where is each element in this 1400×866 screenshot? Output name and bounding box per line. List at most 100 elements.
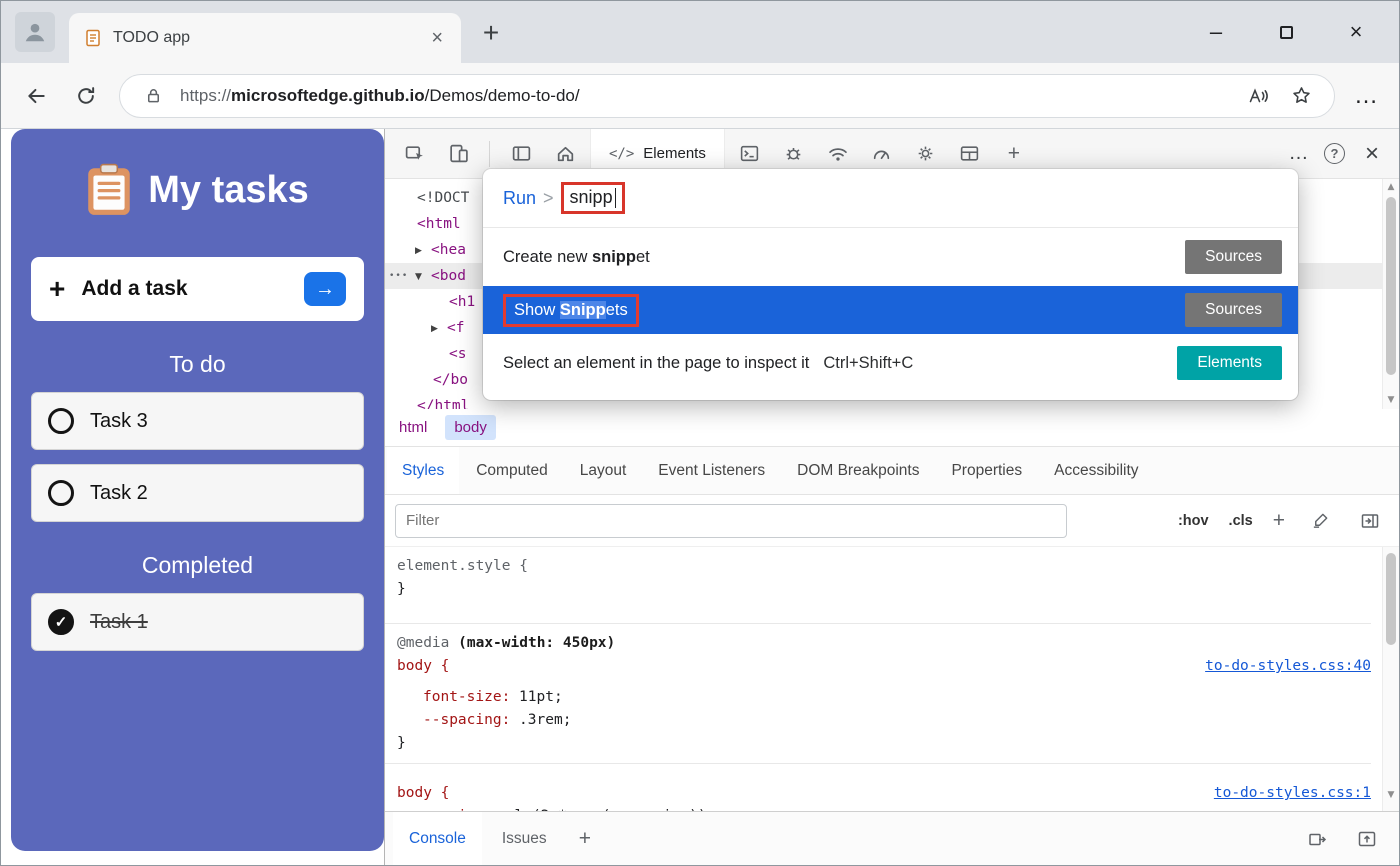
- css-declaration[interactable]: margin:▶calc(2 * var(--spacing));: [423, 805, 1371, 811]
- script-tag: <s: [449, 346, 466, 362]
- device-toolbar-button[interactable]: [439, 136, 477, 172]
- close-window-button[interactable]: ×: [1321, 19, 1391, 45]
- open-console-sidebar-button[interactable]: [1301, 821, 1333, 857]
- todo-app: My tasks + Add a task → To do Task 3 Tas…: [11, 129, 384, 851]
- tab-settings-gear[interactable]: [907, 136, 945, 172]
- tab-performance[interactable]: [863, 136, 901, 172]
- command-input-row[interactable]: Run > snipp: [483, 169, 1298, 227]
- lock-icon[interactable]: [138, 81, 168, 111]
- check-icon: ✓: [55, 613, 68, 631]
- css-declaration[interactable]: --spacing: .3rem;: [423, 709, 1371, 732]
- overflow-marker-icon[interactable]: •••: [389, 263, 408, 289]
- task-checkbox[interactable]: [48, 408, 74, 434]
- completed-section-heading: Completed: [11, 552, 384, 579]
- tab-accessibility[interactable]: Accessibility: [1039, 447, 1153, 494]
- drawer-tab-console[interactable]: Console: [393, 812, 482, 865]
- task-row-completed[interactable]: ✓ Task 1: [31, 593, 364, 651]
- maximize-button[interactable]: [1251, 19, 1321, 45]
- css-close-brace: }: [397, 578, 1371, 601]
- tab-dom-breakpoints[interactable]: DOM Breakpoints: [782, 447, 934, 494]
- task-label: Task 3: [90, 410, 148, 433]
- minimize-button[interactable]: –: [1181, 19, 1251, 45]
- open-external-icon: [1307, 829, 1327, 849]
- read-aloud-button[interactable]: [1244, 81, 1274, 111]
- tab-debugger[interactable]: [775, 136, 813, 172]
- browser-menu-button[interactable]: …: [1351, 82, 1381, 110]
- stylesheet-link[interactable]: to-do-styles.css:40: [1205, 655, 1371, 678]
- element-classes-button[interactable]: .cls: [1229, 513, 1253, 529]
- welcome-home-button[interactable]: [546, 136, 584, 172]
- collapsed-arrow-icon[interactable]: ▶: [415, 238, 431, 264]
- scroll-down-icon[interactable]: ▼: [1383, 395, 1399, 405]
- drawer-more-tabs-button[interactable]: +: [567, 827, 603, 851]
- scrollbar-thumb[interactable]: [1386, 197, 1396, 375]
- scroll-down-icon[interactable]: ▼: [1383, 784, 1399, 807]
- css-rule-body[interactable]: body { to-do-styles.css:1: [397, 782, 1371, 805]
- more-tools-button[interactable]: +: [995, 136, 1033, 172]
- add-task-submit-button[interactable]: →: [304, 272, 346, 306]
- profile-avatar[interactable]: [15, 12, 55, 52]
- prompt-separator: >: [543, 188, 554, 209]
- styles-scrollbar[interactable]: ▼: [1382, 547, 1399, 811]
- palette-item-show-snippets[interactable]: Show Snippets Sources: [483, 286, 1298, 334]
- browser-tab[interactable]: TODO app ×: [69, 13, 461, 63]
- palette-item-create-snippet[interactable]: Create new snippet Sources: [483, 233, 1298, 281]
- palette-item-inspect-element[interactable]: Select an element in the page to inspect…: [483, 339, 1298, 387]
- expanded-arrow-icon[interactable]: ▼: [415, 264, 431, 290]
- devtools-panel: </> Elements: [384, 129, 1399, 865]
- help-icon[interactable]: ?: [1324, 143, 1345, 164]
- plus-icon: +: [49, 273, 65, 305]
- styles-pane: element.style { } @media (max-width: 450…: [385, 547, 1399, 811]
- inspect-element-button[interactable]: [395, 136, 433, 172]
- refresh-button[interactable]: [69, 79, 103, 113]
- url-scheme: https://: [180, 86, 231, 105]
- new-style-rule-button[interactable]: +: [1273, 509, 1285, 533]
- drawer-tab-issues[interactable]: Issues: [486, 812, 563, 865]
- device-emulation-icon: [448, 143, 469, 164]
- new-tab-button[interactable]: +: [475, 17, 507, 49]
- address-bar[interactable]: https://microsoftedge.github.io/Demos/de…: [119, 74, 1335, 118]
- tab-network[interactable]: [819, 136, 857, 172]
- css-declaration[interactable]: font-size: 11pt;: [423, 686, 1371, 709]
- tab-layout[interactable]: Layout: [565, 447, 642, 494]
- back-button[interactable]: [19, 79, 53, 113]
- favorites-button[interactable]: [1286, 81, 1316, 111]
- task-row[interactable]: Task 2: [31, 464, 364, 522]
- computed-sidebar-toggle-button[interactable]: [1355, 506, 1385, 536]
- tab-computed[interactable]: Computed: [461, 447, 563, 494]
- toggle-element-state-button[interactable]: :hov: [1178, 513, 1209, 529]
- tab-console-panel[interactable]: [731, 136, 769, 172]
- collapsed-arrow-icon[interactable]: ▶: [431, 316, 447, 342]
- scrollbar-thumb[interactable]: [1386, 553, 1396, 645]
- add-task-field[interactable]: + Add a task →: [31, 257, 364, 321]
- tab-styles[interactable]: Styles: [387, 447, 459, 494]
- css-rule-body-media[interactable]: body { to-do-styles.css:40: [397, 655, 1371, 678]
- tab-close-icon[interactable]: ×: [427, 27, 447, 50]
- page-pane: My tasks + Add a task → To do Task 3 Tas…: [1, 129, 384, 865]
- devtools-close-icon[interactable]: ×: [1355, 140, 1389, 168]
- code-brackets-icon: </>: [609, 146, 634, 162]
- css-media-query: @media (max-width: 450px): [397, 632, 1371, 655]
- elements-scrollbar[interactable]: ▲ ▼: [1382, 179, 1399, 409]
- breadcrumb-html[interactable]: html: [399, 419, 427, 436]
- scroll-up-icon[interactable]: ▲: [1383, 182, 1399, 192]
- task-checkbox-checked[interactable]: ✓: [48, 609, 74, 635]
- task-checkbox[interactable]: [48, 480, 74, 506]
- plus-icon: +: [1008, 142, 1020, 166]
- url-path: /Demos/demo-to-do/: [425, 86, 580, 105]
- css-rule-element-style[interactable]: element.style {: [397, 555, 1371, 578]
- tab-properties[interactable]: Properties: [936, 447, 1037, 494]
- styles-filter-input[interactable]: [395, 504, 1067, 538]
- tab-application[interactable]: [951, 136, 989, 172]
- command-palette: Run > snipp Create new snippet Sources S…: [483, 169, 1298, 400]
- rendering-emulations-button[interactable]: [1305, 506, 1335, 536]
- focus-mode-button[interactable]: [502, 136, 540, 172]
- body-close-tag: </bo: [433, 372, 468, 388]
- devtools-menu-icon[interactable]: …: [1284, 142, 1314, 165]
- task-row[interactable]: Task 3: [31, 392, 364, 450]
- command-query-text: snipp: [570, 187, 613, 208]
- stylesheet-link[interactable]: to-do-styles.css:1: [1214, 782, 1371, 805]
- expand-drawer-button[interactable]: [1351, 821, 1383, 857]
- breadcrumb-body[interactable]: body: [445, 415, 496, 440]
- tab-event-listeners[interactable]: Event Listeners: [643, 447, 780, 494]
